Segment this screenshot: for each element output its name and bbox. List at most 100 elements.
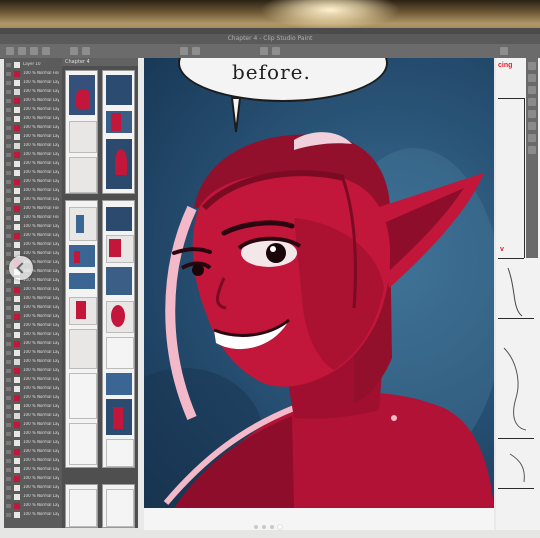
visibility-eye-icon[interactable] xyxy=(6,459,11,463)
layer-row[interactable]: 100 % Normal Layer 45 xyxy=(6,107,60,114)
fill-icon[interactable] xyxy=(528,110,536,118)
visibility-eye-icon[interactable] xyxy=(6,450,11,454)
visibility-eye-icon[interactable] xyxy=(6,180,11,184)
save-icon[interactable] xyxy=(42,47,50,55)
layer-row[interactable]: 100 % Normal Layer 9 xyxy=(6,449,60,456)
visibility-eye-icon[interactable] xyxy=(6,360,11,364)
visibility-eye-icon[interactable] xyxy=(6,198,11,202)
carousel-dot[interactable] xyxy=(262,525,266,529)
visibility-eye-icon[interactable] xyxy=(6,279,11,283)
visibility-eye-icon[interactable] xyxy=(6,234,11,238)
layer-row[interactable]: 100 % Normal Folder 1 xyxy=(6,215,60,222)
flip-icon[interactable] xyxy=(272,47,280,55)
layer-row[interactable]: 100 % Normal Layer 41 xyxy=(6,143,60,150)
layer-row[interactable]: 100 % Normal Layer 4 xyxy=(6,494,60,501)
layer-row[interactable]: 100 % Normal Layer 3 xyxy=(6,503,60,510)
artwork-canvas[interactable]: before. xyxy=(144,58,494,508)
visibility-eye-icon[interactable] xyxy=(6,135,11,139)
visibility-eye-icon[interactable] xyxy=(6,225,11,229)
layer-row[interactable]: 100 % Normal Layer 7 xyxy=(6,467,60,474)
visibility-eye-icon[interactable] xyxy=(6,216,11,220)
layer-row[interactable]: 100 % Normal Layer 6 xyxy=(6,476,60,483)
visibility-eye-icon[interactable] xyxy=(6,252,11,256)
visibility-eye-icon[interactable] xyxy=(6,486,11,490)
layer-icon[interactable] xyxy=(528,62,536,70)
visibility-eye-icon[interactable] xyxy=(6,90,11,94)
visibility-eye-icon[interactable] xyxy=(6,162,11,166)
layer-row[interactable]: 100 % Normal Layer 43 xyxy=(6,125,60,132)
layer-row[interactable]: 100 % Normal Layer 16 xyxy=(6,386,60,393)
visibility-eye-icon[interactable] xyxy=(6,468,11,472)
text-icon[interactable] xyxy=(528,122,536,130)
visibility-eye-icon[interactable] xyxy=(6,387,11,391)
visibility-eye-icon[interactable] xyxy=(6,324,11,328)
layer-row[interactable]: 100 % Normal Layer 13 xyxy=(6,413,60,420)
visibility-eye-icon[interactable] xyxy=(6,117,11,121)
layer-row[interactable]: 100 % Normal Layer 25 xyxy=(6,305,60,312)
layer-row[interactable]: 100 % Normal Layer 2 xyxy=(6,512,60,519)
visibility-eye-icon[interactable] xyxy=(6,513,11,517)
frame-icon[interactable] xyxy=(528,134,536,142)
layer-row[interactable]: 100 % Normal Layer 42 xyxy=(6,134,60,141)
layer-row[interactable]: 100 % Normal Layer 20 xyxy=(6,350,60,357)
undo-icon[interactable] xyxy=(70,47,78,55)
layer-row[interactable]: 100 % Normal Layer 36 xyxy=(6,188,60,195)
visibility-eye-icon[interactable] xyxy=(6,432,11,436)
layer-row[interactable]: 100 % Normal Layer 10 xyxy=(6,440,60,447)
page-thumbnail[interactable] xyxy=(102,200,135,468)
settings-icon[interactable] xyxy=(500,47,508,55)
visibility-eye-icon[interactable] xyxy=(6,243,11,247)
canvas-area[interactable]: before. xyxy=(138,58,498,530)
layer-row[interactable]: 100 % Normal Layer 19 xyxy=(6,359,60,366)
visibility-eye-icon[interactable] xyxy=(6,477,11,481)
visibility-eye-icon[interactable] xyxy=(6,297,11,301)
layer-row[interactable]: 100 % Normal Layer 11 xyxy=(6,431,60,438)
carousel-dot[interactable] xyxy=(270,525,274,529)
visibility-eye-icon[interactable] xyxy=(6,144,11,148)
visibility-eye-icon[interactable] xyxy=(6,306,11,310)
layer-row[interactable]: 100 % Normal Layer 39 xyxy=(6,161,60,168)
page-thumbnail[interactable] xyxy=(65,484,98,528)
page-thumbnail[interactable] xyxy=(102,484,135,528)
layer-row[interactable]: 100 % Normal Layer 24 xyxy=(6,314,60,321)
visibility-eye-icon[interactable] xyxy=(6,378,11,382)
layer-row[interactable]: 100 % Normal Layer 22 xyxy=(6,332,60,339)
layer-row[interactable]: 100 % Normal Layer 17 xyxy=(6,377,60,384)
open-icon[interactable] xyxy=(30,47,38,55)
visibility-eye-icon[interactable] xyxy=(6,153,11,157)
selection-icon[interactable] xyxy=(528,146,536,154)
visibility-eye-icon[interactable] xyxy=(6,369,11,373)
rotate-icon[interactable] xyxy=(260,47,268,55)
layer-row[interactable]: 100 % Normal Layer 32 xyxy=(6,242,60,249)
layer-row[interactable]: 100 % Normal Folder 2 xyxy=(6,206,60,213)
layer-row[interactable]: 100 % Normal Layer 8 xyxy=(6,458,60,465)
visibility-eye-icon[interactable] xyxy=(6,504,11,508)
page-thumbnail[interactable] xyxy=(65,200,98,468)
previous-arrow-icon[interactable] xyxy=(9,256,33,280)
visibility-eye-icon[interactable] xyxy=(6,495,11,499)
visibility-eye-icon[interactable] xyxy=(6,99,11,103)
carousel-dot[interactable] xyxy=(254,525,258,529)
layer-row[interactable]: 100 % Normal Layer 18 xyxy=(6,368,60,375)
layer-row[interactable]: 100 % Normal Layer 34 xyxy=(6,224,60,231)
layer-row[interactable]: 100 % Normal Layer 35 xyxy=(6,197,60,204)
visibility-eye-icon[interactable] xyxy=(6,288,11,292)
layer-row[interactable]: 100 % Normal Layer 14 xyxy=(6,404,60,411)
visibility-eye-icon[interactable] xyxy=(6,423,11,427)
layer-row[interactable]: 100 % Normal Folder 3 xyxy=(6,71,60,78)
visibility-eye-icon[interactable] xyxy=(6,207,11,211)
redo-icon[interactable] xyxy=(82,47,90,55)
visibility-eye-icon[interactable] xyxy=(6,333,11,337)
layer-row[interactable]: 100 % Normal Layer 44 xyxy=(6,116,60,123)
layer-row[interactable]: 100 % Normal Layer 21 xyxy=(6,341,60,348)
layer-row[interactable]: 100 % Normal Layer 27 xyxy=(6,287,60,294)
visibility-eye-icon[interactable] xyxy=(6,171,11,175)
layer-row[interactable]: 100 % Normal Layer 37 xyxy=(6,179,60,186)
layer-row[interactable]: 100 % Normal Layer 12 xyxy=(6,422,60,429)
page-thumbnail[interactable] xyxy=(102,70,135,194)
visibility-eye-icon[interactable] xyxy=(6,63,11,67)
menu-icon[interactable] xyxy=(6,47,14,55)
layer-row[interactable]: 100 % Normal Layer 28 xyxy=(6,278,60,285)
layer-row[interactable]: 100 % Normal Layer 48 xyxy=(6,80,60,87)
eraser-icon[interactable] xyxy=(528,98,536,106)
